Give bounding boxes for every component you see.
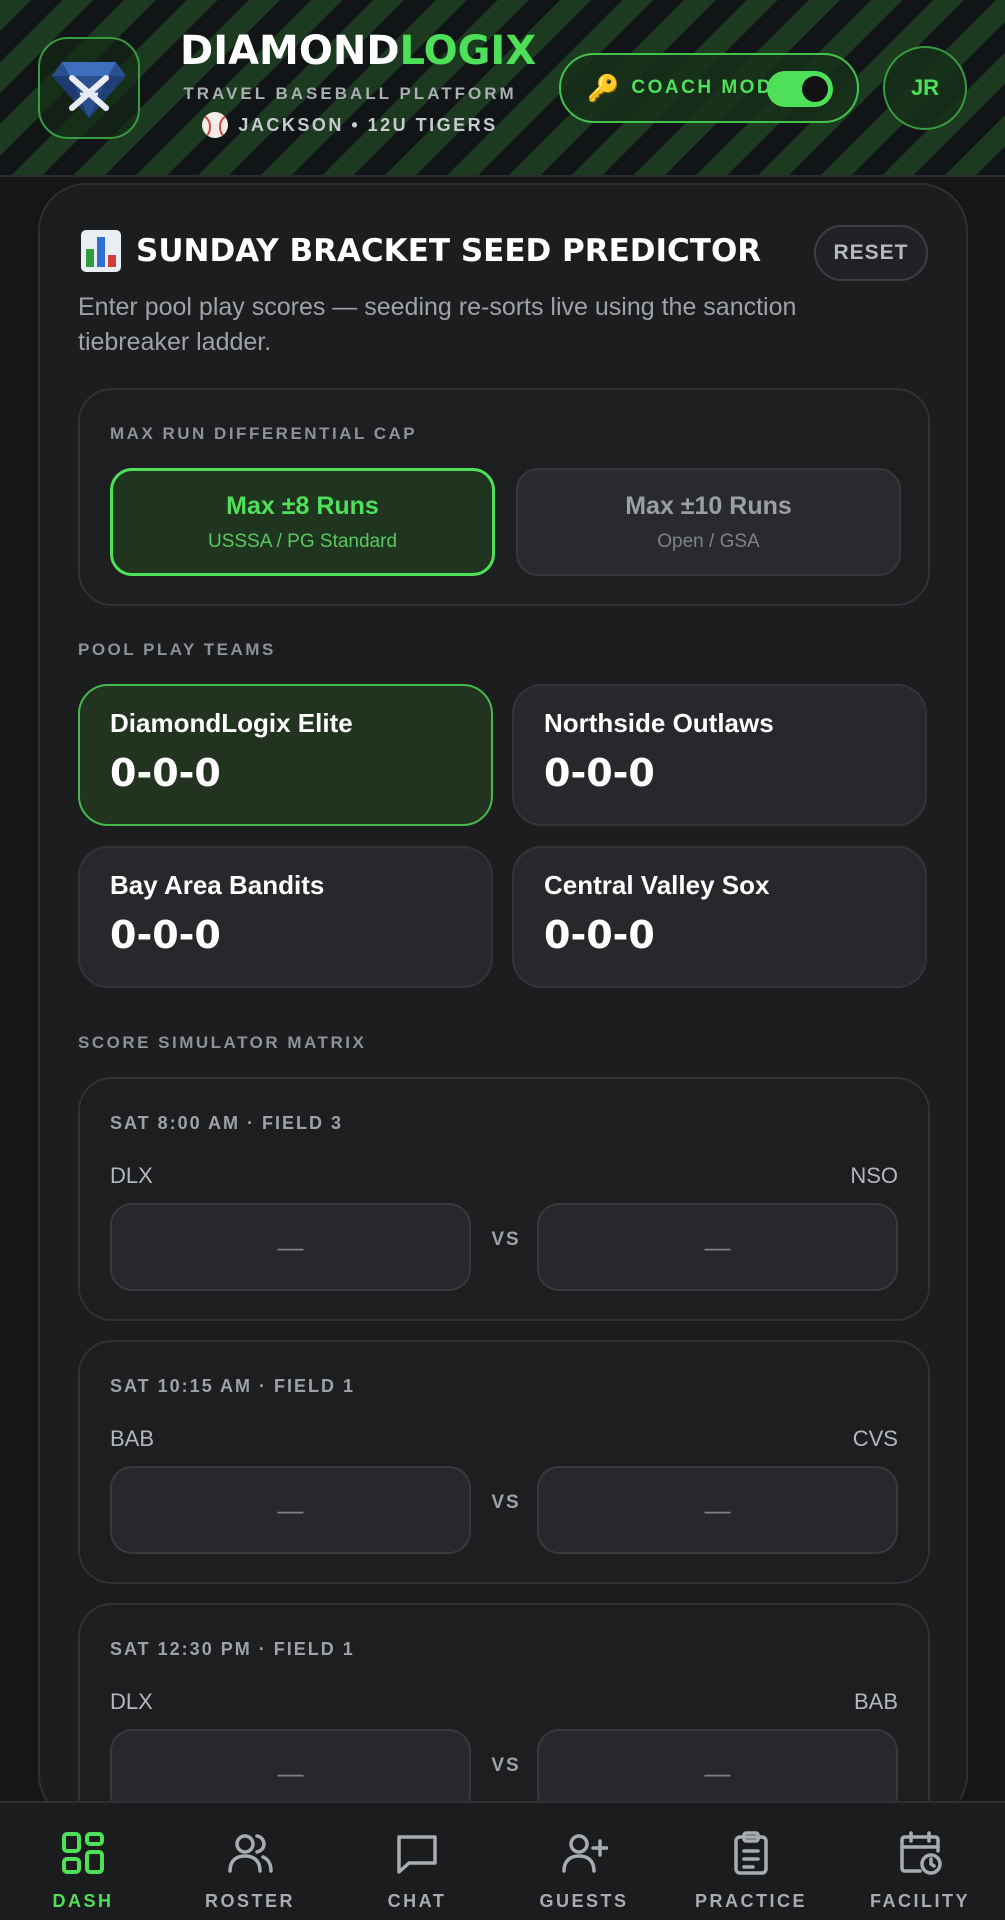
team-record: 0-0-0	[544, 751, 655, 795]
away-score-input[interactable]: —	[537, 1203, 898, 1291]
score-matrix-label: SCORE SIMULATOR MATRIX	[78, 1033, 367, 1052]
user-plus-icon	[562, 1834, 608, 1873]
diamond-logo-icon	[52, 62, 126, 118]
brand-name: DIAMONDLOGIX	[180, 28, 536, 74]
seed-predictor-panel: SUNDAY BRACKET SEED PREDICTOR RESET Ente…	[38, 183, 968, 1823]
nav-item-chat[interactable]: CHAT	[347, 1829, 487, 1912]
cap-option-subtitle: USSSA / PG Standard	[207, 530, 398, 552]
grid-icon	[62, 1832, 104, 1874]
team-line: JACKSON • 12U TIGERS	[180, 112, 520, 138]
nav-label: CHAT	[387, 1891, 447, 1911]
cap-label: MAX RUN DIFFERENTIAL CAP	[110, 424, 418, 443]
nav-item-practice[interactable]: PRACTICE	[681, 1829, 821, 1912]
coach-mode-label: COACH MODE	[631, 77, 789, 98]
cap-option-title: Max ±8 Runs	[226, 491, 379, 520]
nav-item-guests[interactable]: GUESTS	[514, 1829, 654, 1912]
team-name: DiamondLogix Elite	[110, 708, 353, 738]
game-time: SAT 12:30 PM · FIELD 1	[110, 1639, 355, 1659]
coach-mode-switch[interactable]	[767, 71, 833, 107]
switch-knob	[802, 76, 828, 102]
away-team-abbr: NSO	[850, 1163, 898, 1188]
team-card-central-valley-sox[interactable]: Central Valley Sox 0-0-0	[512, 846, 927, 988]
cap-option-title: Max ±10 Runs	[625, 491, 792, 520]
game-time: SAT 8:00 AM · FIELD 3	[110, 1113, 344, 1133]
away-score-input[interactable]: —	[537, 1466, 898, 1554]
game-card: SAT 10:15 AM · FIELD 1 BAB CVS — VS —	[78, 1340, 930, 1584]
game-card: SAT 8:00 AM · FIELD 3 DLX NSO — VS —	[78, 1077, 930, 1321]
nav-item-dash[interactable]: DASH	[13, 1829, 153, 1912]
nav-label: PRACTICE	[694, 1891, 807, 1911]
nav-item-roster[interactable]: ROSTER	[180, 1829, 320, 1912]
game-time: SAT 10:15 AM · FIELD 1	[110, 1376, 356, 1396]
brand-subtitle: TRAVEL BASEBALL PLATFORM	[183, 84, 517, 103]
nav-label: FACILITY	[870, 1891, 970, 1911]
game-card: SAT 12:30 PM · FIELD 1 DLX BAB — VS —	[78, 1603, 930, 1821]
home-score-input[interactable]: —	[110, 1203, 471, 1291]
away-team-abbr: CVS	[852, 1426, 898, 1451]
team-record: 0-0-0	[544, 913, 655, 957]
team-line-text: JACKSON • 12U TIGERS	[238, 114, 498, 135]
coach-mode-toggle[interactable]: 🔑 COACH MODE	[559, 53, 859, 123]
clipboard-icon	[734, 1831, 768, 1875]
vs-label: VS	[491, 1492, 521, 1513]
app-header: DIAMONDLOGIX TRAVEL BASEBALL PLATFORM JA…	[0, 0, 1005, 177]
nav-item-facility[interactable]: FACILITY	[850, 1829, 990, 1912]
run-differential-cap-card: MAX RUN DIFFERENTIAL CAP Max ±8 Runs USS…	[78, 388, 930, 606]
panel-title-text: SUNDAY BRACKET SEED PREDICTOR	[136, 233, 762, 269]
baseball-icon	[202, 112, 229, 138]
home-team-abbr: BAB	[110, 1426, 155, 1451]
team-name: Bay Area Bandits	[110, 870, 325, 900]
team-name: Northside Outlaws	[544, 708, 774, 738]
bar-chart-icon	[81, 230, 121, 272]
key-icon: 🔑	[587, 72, 620, 103]
team-card-northside-outlaws[interactable]: Northside Outlaws 0-0-0	[512, 684, 927, 826]
brand-block: DIAMONDLOGIX TRAVEL BASEBALL PLATFORM JA…	[180, 28, 536, 138]
team-record: 0-0-0	[110, 913, 221, 957]
nav-label: ROSTER	[204, 1891, 295, 1911]
chat-icon	[397, 1835, 437, 1874]
calendar-clock-icon	[900, 1831, 942, 1875]
vs-label: VS	[491, 1755, 521, 1776]
home-team-abbr: DLX	[110, 1163, 153, 1188]
avatar[interactable]: JR	[883, 46, 967, 130]
users-icon	[228, 1834, 273, 1873]
cap-option-10-runs[interactable]: Max ±10 Runs Open / GSA	[516, 468, 901, 576]
team-record: 0-0-0	[110, 751, 221, 795]
logo[interactable]	[38, 37, 140, 139]
brand-name-part1: DIAMOND	[180, 28, 400, 74]
pool-play-label: POOL PLAY TEAMS	[78, 640, 276, 659]
team-card-bay-area-bandits[interactable]: Bay Area Bandits 0-0-0	[78, 846, 493, 988]
brand-name-part2: LOGIX	[399, 28, 537, 74]
bottom-nav: DASH ROSTER CHAT GUESTS PRACTICE FACILIT…	[0, 1801, 1005, 1920]
nav-label: DASH	[52, 1891, 114, 1911]
home-team-abbr: DLX	[110, 1689, 153, 1714]
reset-button[interactable]: RESET	[814, 225, 928, 281]
home-score-input[interactable]: —	[110, 1466, 471, 1554]
nav-label: GUESTS	[539, 1891, 629, 1911]
cap-option-subtitle: Open / GSA	[657, 530, 760, 552]
away-team-abbr: BAB	[853, 1689, 898, 1714]
team-card-diamondlogix-elite[interactable]: DiamondLogix Elite 0-0-0	[78, 684, 493, 826]
cap-option-8-runs[interactable]: Max ±8 Runs USSSA / PG Standard	[110, 468, 495, 576]
panel-title: SUNDAY BRACKET SEED PREDICTOR	[80, 229, 761, 273]
vs-label: VS	[491, 1229, 521, 1250]
team-name: Central Valley Sox	[544, 870, 770, 900]
panel-description: Enter pool play scores — seeding re-sort…	[78, 293, 797, 356]
